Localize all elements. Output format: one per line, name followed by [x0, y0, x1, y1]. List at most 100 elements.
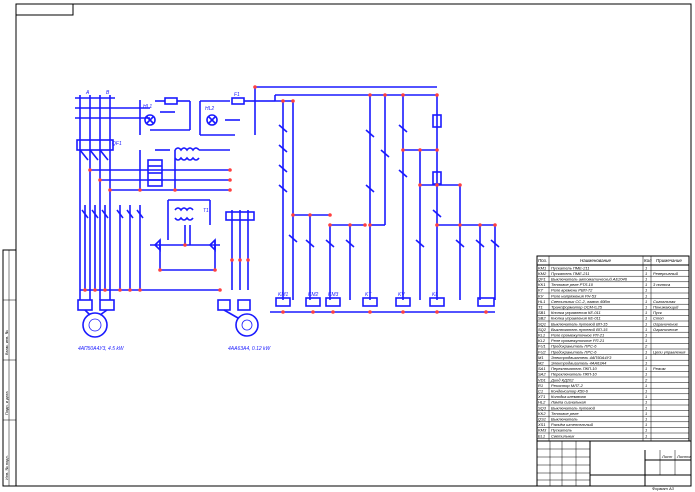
diode-bridge: [150, 225, 220, 271]
table-cell-qty: 1: [645, 355, 647, 360]
stamp-format: Формат А3: [652, 486, 675, 491]
table-cell-pos: M1: [538, 355, 544, 360]
table-cell-name: Пускатель ПМЕ-211: [551, 265, 590, 270]
junction-node: [308, 213, 312, 217]
table-cell-pos: QS1: [538, 417, 546, 422]
table-cell-name: Разъём штепсельный: [551, 422, 594, 427]
table-cell-name: Выключатель путевой ВП-15: [551, 321, 608, 326]
table-cell-name: Электродвигатель 4АП50А4У3: [551, 355, 612, 360]
table-cell-name: Тепловое реле: [551, 411, 579, 416]
junction-node: [418, 148, 422, 152]
qf1-label: QF1: [112, 141, 122, 147]
top-left-stamp: [15, 3, 74, 16]
table-cell-note: Понижающий: [653, 305, 679, 310]
junction-node: [401, 93, 405, 97]
table-cell-pos: KV: [538, 293, 544, 298]
table-cell-pos: C1: [538, 389, 543, 394]
motor-right-label: 4АА63А4, 0.12 kW: [228, 346, 272, 352]
junction-node: [213, 268, 217, 272]
table-cell-name: Кнопка управления КЕ-011: [551, 310, 601, 315]
table-cell-name: Лампа сигнальная: [550, 400, 587, 405]
table-cell-name: Переключатель ПКП-10: [551, 366, 597, 371]
table-cell-qty: 1: [645, 400, 647, 405]
table-cell-name: Пускатель ПМЕ-211: [551, 271, 590, 276]
table-cell-pos: SA1: [538, 366, 546, 371]
junction-node: [118, 288, 122, 292]
table-cell-qty: 1: [645, 422, 647, 427]
table-cell-qty: 1: [645, 299, 647, 304]
table-cell-name: Переключатель ПКП-10: [551, 372, 597, 377]
table-cell-qty: 1: [645, 389, 647, 394]
table-cell-pos: KM1: [538, 265, 546, 270]
table-cell-note: 3 полюса: [653, 282, 671, 287]
table-cell-pos: KL2: [538, 338, 546, 343]
table-cell-name: Реле времени РВП-72: [551, 288, 593, 293]
f1-label: F1: [234, 92, 240, 98]
title-block: [536, 440, 692, 487]
junction-node: [103, 288, 107, 292]
table-cell-qty: 2: [644, 377, 648, 382]
junction-node: [98, 178, 102, 182]
main-contacts: [80, 205, 220, 291]
control-top-rail: [254, 86, 495, 313]
junction-node: [401, 310, 405, 314]
table-cell-pos: FU1: [538, 344, 546, 349]
junction-node: [228, 168, 232, 172]
table-cell-name: Колодка клеммная: [551, 394, 587, 399]
table-cell-pos: EL1: [538, 433, 545, 438]
relay-km1-label: KM1: [278, 292, 289, 298]
junction-node: [218, 288, 222, 292]
transformer-t1: [167, 147, 230, 240]
table-cell-note: Стоп: [653, 316, 664, 321]
junction-node: [291, 99, 295, 103]
table-cell-name: Диод КД202: [550, 377, 574, 382]
table-cell-pos: KM3: [538, 428, 547, 433]
table-cell-pos: SQ1: [538, 321, 546, 326]
table-cell-pos: VD1: [538, 377, 546, 382]
table-cell-qty: 1: [645, 310, 647, 315]
junction-node: [435, 310, 439, 314]
stamp-sheets-label: Листов: [676, 454, 692, 459]
table-cell-pos: XT1: [537, 394, 545, 399]
table-col-name: Наименование: [580, 258, 612, 263]
table-cell-pos: KM2: [538, 271, 547, 276]
relay-kv-label: KV: [398, 292, 405, 298]
side-inv-dup: Взам. инв. №: [4, 330, 9, 355]
table-cell-pos: SB2: [538, 316, 546, 321]
table-cell-note: Режим: [653, 366, 666, 371]
junction-node: [435, 148, 439, 152]
table-cell-note: Сигнальная: [653, 299, 676, 304]
table-cell-pos: T1: [538, 305, 543, 310]
table-cell-name: Выключатель: [551, 417, 578, 422]
table-cell-name: Предохранитель ПРС-6: [551, 349, 597, 354]
hl2-label: HL2: [205, 106, 214, 112]
table-cell-qty: 1: [645, 349, 647, 354]
junction-node: [228, 188, 232, 192]
table-cell-qty: 1: [645, 433, 647, 438]
table-cell-name: Резистор МЛТ-2: [551, 383, 584, 388]
sheet-frame: [15, 3, 692, 487]
junction-node: [281, 310, 285, 314]
table-cell-pos: FU2: [538, 349, 546, 354]
table-cell-qty: 1: [645, 316, 647, 321]
table-col-note: Примечание: [656, 258, 682, 263]
relay-kl-label: KL: [432, 292, 438, 298]
bus-label-a: A: [85, 90, 90, 96]
contact-symbols: [278, 114, 500, 248]
table-cell-pos: KT: [538, 288, 544, 293]
table-cell-pos: SB1: [538, 310, 546, 315]
table-cell-qty: 2: [644, 344, 648, 349]
table-cell-qty: 1: [645, 405, 647, 410]
table-cell-name: Конденсатор К50-6: [551, 389, 589, 394]
table-cell-name: Выключатель путевой ВП-15: [551, 327, 608, 332]
table-cell-note: Ограничение: [653, 321, 679, 326]
relay-km2-label: KM2: [308, 292, 319, 298]
junction-node: [435, 183, 439, 187]
table-cell-note: Реверсивный: [653, 271, 679, 276]
distribution-wires: [90, 149, 230, 191]
t1-label: T1: [203, 208, 209, 214]
table-cell-qty: 1: [645, 327, 647, 332]
junction-node: [228, 178, 232, 182]
junction-node: [246, 258, 250, 262]
table-cell-name: Реле промежуточное РП-21: [551, 333, 604, 338]
